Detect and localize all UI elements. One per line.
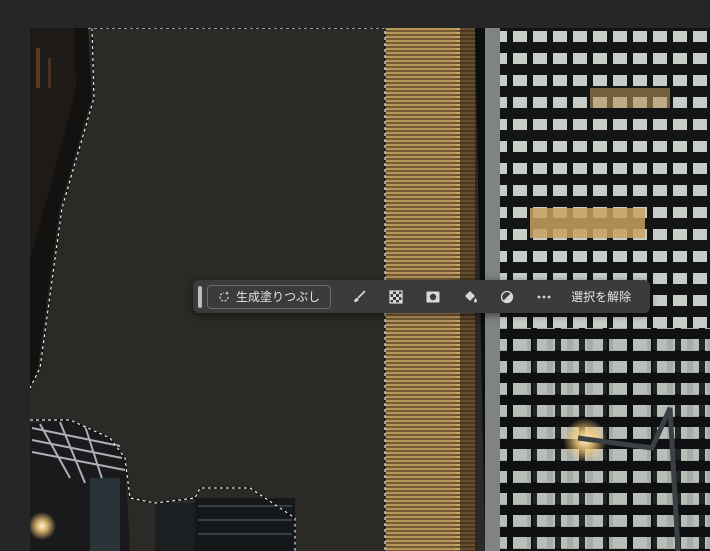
generative-fill-icon [217,290,231,304]
adjustment-layer-button[interactable] [488,283,525,311]
contextual-taskbar: 生成塗りつぶし 選択を解除 [193,280,650,313]
mask-checkerboard-button[interactable] [377,283,414,311]
brush-button[interactable] [340,283,377,311]
deselect-button[interactable]: 選択を解除 [562,283,637,311]
generative-fill-button[interactable]: 生成塗りつぶし [207,284,332,309]
paint-bucket-icon [464,290,477,302]
mask-icon [426,291,440,302]
taskbar-drag-handle[interactable] [198,285,202,308]
more-options-button[interactable] [525,283,562,311]
more-options-icon [537,295,551,298]
checkerboard-mask-icon [389,289,403,304]
half-circle-adjustment-icon [500,290,513,303]
fill-button[interactable] [451,283,488,311]
brush-icon [353,289,366,302]
generative-fill-label: 生成塗りつぶし [236,290,321,304]
create-mask-button[interactable] [414,283,451,311]
